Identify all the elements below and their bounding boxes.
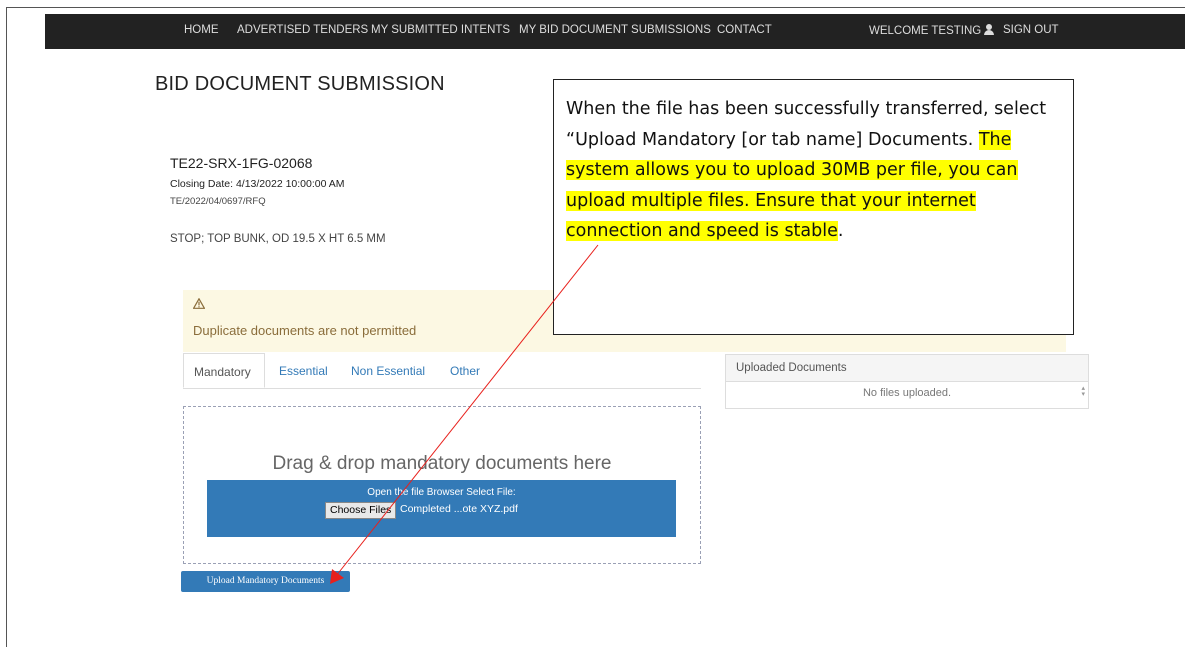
file-browser-panel: Open the file Browser Select File: Choos… xyxy=(207,480,676,537)
closing-date: Closing Date: 4/13/2022 10:00:00 AM xyxy=(170,178,345,190)
frame-top-border xyxy=(6,7,1185,8)
uploaded-documents-panel: Uploaded Documents No files uploaded. ▴ ▾ xyxy=(725,354,1089,409)
warning-text: Duplicate documents are not permitted xyxy=(193,323,417,338)
nav-my-bid-document-submissions[interactable]: MY BID DOCUMENT SUBMISSIONS xyxy=(519,24,711,36)
selected-file-name: Completed ...ote XYZ.pdf xyxy=(400,503,518,515)
callout-tail-text: . xyxy=(837,221,844,241)
callout-text: When the file has been successfully tran… xyxy=(566,94,1061,247)
tab-essential[interactable]: Essential xyxy=(279,353,328,387)
uploaded-documents-empty: No files uploaded. xyxy=(862,387,952,399)
uploaded-documents-header: Uploaded Documents xyxy=(726,355,1088,382)
scrollbar-arrows-icon[interactable]: ▴ ▾ xyxy=(1081,385,1085,398)
user-icon xyxy=(984,24,995,35)
file-browser-label: Open the file Browser Select File: xyxy=(367,487,516,498)
warning-icon xyxy=(193,298,205,309)
tender-description: STOP; TOP BUNK, OD 19.5 X HT 6.5 MM xyxy=(170,233,386,245)
page-title: BID DOCUMENT SUBMISSION xyxy=(155,73,445,95)
frame-left-border xyxy=(6,7,7,647)
tab-mandatory[interactable]: Mandatory xyxy=(183,353,265,388)
instruction-callout: When the file has been successfully tran… xyxy=(553,79,1074,335)
welcome-text: WELCOME TESTING xyxy=(869,25,982,37)
top-navbar: HOME ADVERTISED TENDERS MY SUBMITTED INT… xyxy=(45,14,1185,49)
nav-sign-out[interactable]: SIGN OUT xyxy=(1003,24,1059,36)
tender-code: TE22-SRX-1FG-02068 xyxy=(170,155,313,171)
dropzone-heading: Drag & drop mandatory documents here xyxy=(272,453,612,474)
nav-contact[interactable]: CONTACT xyxy=(717,24,772,36)
nav-home[interactable]: HOME xyxy=(184,24,219,36)
nav-welcome[interactable]: WELCOME TESTING xyxy=(869,24,995,37)
choose-files-button[interactable]: Choose Files xyxy=(325,502,397,519)
nav-my-submitted-intents[interactable]: MY SUBMITTED INTENTS xyxy=(371,24,510,36)
tab-non-essential[interactable]: Non Essential xyxy=(351,353,425,387)
upload-mandatory-documents-button[interactable]: Upload Mandatory Documents xyxy=(181,571,350,592)
callout-plain-text: When the file has been successfully tran… xyxy=(566,99,1047,150)
nav-advertised-tenders[interactable]: ADVERTISED TENDERS xyxy=(237,24,368,36)
tender-reference: TE/2022/04/0697/RFQ xyxy=(170,196,266,207)
document-tabs: Mandatory Essential Non Essential Other xyxy=(183,353,701,389)
tab-other[interactable]: Other xyxy=(450,353,480,387)
